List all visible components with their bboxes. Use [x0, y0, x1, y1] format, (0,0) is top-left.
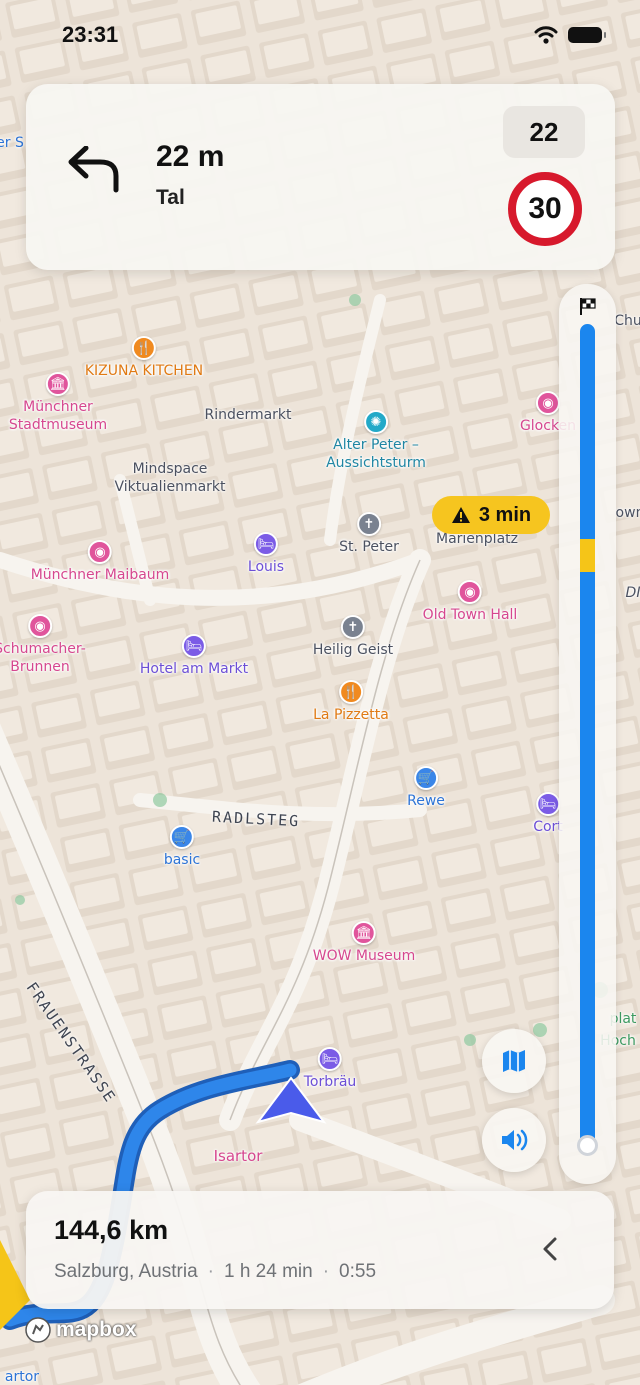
poi-wow-museum[interactable]: 🏛 WOW Museum	[313, 921, 415, 965]
mapbox-attribution[interactable]: mapbox	[24, 1316, 137, 1344]
remaining-distance: 144,6 km	[54, 1215, 169, 1245]
hotel-icon: 🛏	[318, 1047, 342, 1071]
map-overview-button[interactable]	[482, 1029, 546, 1093]
museum-icon: 🏛	[352, 921, 376, 945]
poi-rindermarkt[interactable]: Rindermarkt	[204, 406, 291, 424]
map-icon	[503, 1050, 525, 1072]
separator-dot: ·	[207, 1261, 214, 1282]
status-time: 23:31	[62, 22, 119, 47]
poi-hotel-am-markt[interactable]: 🛏 Hotel am Markt	[140, 634, 248, 678]
traffic-segment	[580, 538, 595, 572]
maneuver-banner[interactable]: 22 m Tal 22 30	[26, 84, 615, 270]
poi-edge-artor: artor	[4, 1369, 40, 1385]
checkered-flag-icon	[580, 298, 596, 315]
trip-summary-panel[interactable]: 144,6 km Salzburg, Austria · 1 h 24 min …	[26, 1191, 614, 1309]
hotel-icon: 🛏	[536, 792, 560, 816]
poi-torbraeu[interactable]: 🛏 Torbräu	[304, 1047, 356, 1091]
maneuver-distance: 22 m	[156, 140, 225, 173]
restaurant-icon: 🍴	[132, 336, 156, 360]
church-icon: ✝	[356, 512, 381, 536]
poi-old-town-hall[interactable]: ◉ Old Town Hall	[423, 580, 517, 624]
poi-alter-peter[interactable]: ✺ Alter Peter – Aussichtsturm	[326, 410, 426, 472]
poi-basic[interactable]: 🛒 basic	[164, 825, 200, 869]
speed-limit-sign: 30	[508, 172, 582, 246]
warning-icon	[451, 507, 470, 523]
shopping-cart-icon: 🛒	[414, 766, 438, 790]
remaining-duration: 1 h 24 min	[223, 1261, 313, 1282]
traffic-delay-bubble[interactable]: 3 min	[432, 496, 550, 534]
destination: Salzburg, Austria	[54, 1261, 198, 1282]
current-speed: 22	[503, 106, 585, 158]
shopping-cart-icon: 🛒	[169, 825, 194, 849]
poi-edge-chu: Chu	[614, 313, 640, 329]
separator-dot: ·	[322, 1261, 330, 1282]
poi-schumacher-brunnen[interactable]: ◉ Schumacher- Brunnen	[0, 614, 86, 676]
expand-trip-button[interactable]	[532, 1231, 568, 1267]
poi-isartor[interactable]: Isartor	[214, 1147, 263, 1165]
museum-icon: 🏛	[45, 372, 70, 396]
wifi-icon	[534, 26, 558, 44]
viewpoint-icon: ✺	[363, 410, 388, 434]
camera-icon: ◉	[88, 540, 112, 564]
arrival-time: 0:55	[339, 1261, 377, 1282]
poi-edge-di: DI	[625, 585, 640, 601]
battery-icon	[568, 27, 606, 43]
poi-la-pizzetta[interactable]: 🍴 La Pizzetta	[313, 680, 389, 724]
poi-edge-own: own	[615, 505, 640, 521]
camera-icon: ◉	[458, 580, 482, 604]
poi-rewe[interactable]: 🛒 Rewe	[407, 766, 445, 810]
turn-left-icon	[68, 146, 119, 193]
restaurant-icon: 🍴	[338, 680, 363, 704]
traffic-delay-text: 3 min	[478, 503, 532, 526]
mapbox-logo-icon	[25, 1317, 51, 1343]
hotel-icon: 🛏	[254, 532, 278, 556]
route-progress-bar	[559, 284, 616, 1184]
poi-louis[interactable]: 🛏 Louis	[248, 532, 284, 576]
voice-guidance-button[interactable]	[482, 1108, 546, 1172]
speaker-icon	[502, 1129, 528, 1151]
chevron-left-icon	[543, 1237, 557, 1261]
maneuver-street: Tal	[156, 186, 185, 209]
status-icons	[534, 26, 606, 44]
hotel-icon: 🛏	[182, 634, 206, 658]
poi-muenchner-stadtmuseum[interactable]: 🏛 Münchner Stadtmuseum	[9, 372, 107, 434]
camera-icon: ◉	[535, 391, 560, 415]
mapbox-logo-text: mapbox	[56, 1318, 137, 1341]
progress-knob	[577, 1134, 598, 1156]
poi-heilig-geist[interactable]: ✝ Heilig Geist	[313, 615, 393, 659]
poi-st-peter[interactable]: ✝ St. Peter	[339, 512, 399, 556]
trip-details: Salzburg, Austria · 1 h 24 min · 0:55	[54, 1261, 376, 1283]
poi-mindspace-viktualienmarkt[interactable]: Mindspace Viktualienmarkt	[114, 460, 225, 496]
route-progress-track	[580, 324, 595, 1150]
camera-icon: ◉	[28, 614, 52, 638]
church-icon: ✝	[341, 615, 365, 639]
poi-edge-er-s: er S	[0, 135, 24, 151]
poi-muenchner-maibaum[interactable]: ◉ Münchner Maibaum	[31, 540, 169, 584]
